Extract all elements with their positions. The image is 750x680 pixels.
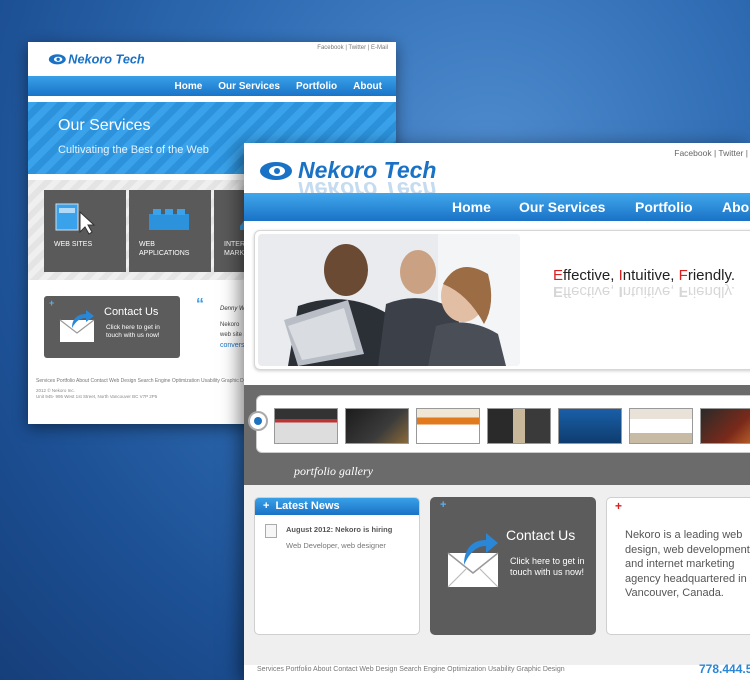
- footer-links[interactable]: Services Portfolio About Contact Web Des…: [257, 666, 565, 673]
- news-item-subtitle: Web Developer, web designer: [286, 541, 386, 550]
- tile-web-sites[interactable]: WEB SITES: [44, 190, 126, 272]
- latest-news-panel: + Latest News August 2012: Nekoro is hiri…: [254, 497, 420, 635]
- nav-portfolio[interactable]: Portfolio: [296, 81, 337, 92]
- nav-home[interactable]: Home: [174, 81, 202, 92]
- phone-number: 778.444.5: [699, 662, 750, 676]
- nav-portfolio[interactable]: Portfolio: [635, 199, 693, 215]
- social-links[interactable]: Facebook | Twitter | E-Mail: [317, 45, 388, 51]
- tagline: Effective, Intuitive, Friendly.: [553, 267, 736, 284]
- portfolio-thumb-4[interactable]: [487, 408, 551, 444]
- main-nav: Home Our Services Portfolio Abo: [244, 193, 750, 221]
- hero-title: Our Services: [58, 117, 151, 134]
- about-text: Nekoro is a leading web design, web deve…: [625, 529, 750, 599]
- business-team-photo: [258, 234, 520, 366]
- portfolio-thumb-6[interactable]: [629, 408, 693, 444]
- plus-icon: +: [615, 499, 623, 513]
- nav-about[interactable]: About: [353, 81, 382, 92]
- portfolio-thumb-2[interactable]: [345, 408, 409, 444]
- quote-icon: “: [196, 296, 204, 313]
- contact-us-button[interactable]: + Contact Us Click here to get in touch …: [430, 497, 596, 635]
- plus-icon: +: [49, 298, 55, 308]
- brand-name: Nekoro Tech: [68, 53, 145, 67]
- contact-title: Contact Us: [104, 306, 159, 318]
- main-nav: Home Our Services Portfolio About: [28, 76, 396, 96]
- copyright: 2012 © Nekoro Inc. Unit 945- 995 West 1s…: [36, 388, 158, 399]
- tile-web-applications[interactable]: WEB APPLICATIONS: [129, 190, 211, 272]
- blocks-icon: [149, 209, 189, 230]
- contact-title: Contact Us: [506, 527, 576, 543]
- nav-our-services[interactable]: Our Services: [519, 199, 605, 215]
- hero-subtitle: Cultivating the Best of the Web: [58, 144, 209, 156]
- brand-logo[interactable]: Nekoro Tech: [38, 50, 168, 72]
- plus-icon: +: [440, 499, 447, 511]
- portfolio-thumb-5[interactable]: [558, 408, 622, 444]
- brand-reflection: Nekoro Tech: [298, 177, 436, 193]
- about-panel: + Nekoro is a leading web design, web de…: [606, 497, 750, 635]
- hero-banner: Effective, Intuitive, Friendly. Effectiv…: [254, 230, 750, 370]
- social-links[interactable]: Facebook | Twitter | E: [674, 148, 750, 158]
- news-item-title[interactable]: August 2012: Nekoro is hiring: [286, 525, 392, 534]
- monitor-cursor-icon: [55, 203, 96, 235]
- envelope-arrow-icon: [59, 310, 95, 342]
- contact-us-button[interactable]: + Contact Us Click here to get in touch …: [44, 296, 180, 358]
- gallery-prev-button[interactable]: [248, 411, 268, 431]
- plus-icon: +: [263, 500, 270, 512]
- contact-text: Click here to get in touch with us now!: [106, 324, 160, 339]
- gallery-label: portfolio gallery: [294, 464, 373, 478]
- nav-about[interactable]: Abo: [722, 199, 749, 215]
- testimonial-link[interactable]: convers: [220, 342, 245, 349]
- contact-text: Click here to get in touch with us now!: [510, 556, 585, 577]
- news-header: + Latest News: [255, 498, 419, 515]
- front-page-screenshot: Facebook | Twitter | E Nekoro Tech Nekor…: [244, 143, 750, 680]
- portfolio-thumb-1[interactable]: [274, 408, 338, 444]
- footer-links[interactable]: Services Portfolio About Contact Web Des…: [36, 378, 256, 384]
- document-icon: [265, 524, 277, 538]
- tile-label: WEB SITES: [54, 241, 93, 248]
- tile-label: WEB APPLICATIONS: [139, 241, 190, 257]
- nav-home[interactable]: Home: [452, 199, 491, 215]
- tagline-reflection: Effective, Intuitive, Friendly.: [553, 283, 736, 300]
- brand-logo[interactable]: Nekoro Tech Nekoro Tech: [258, 153, 458, 193]
- gallery-tab: portfolio gallery: [258, 461, 408, 483]
- portfolio-thumb-3[interactable]: [416, 408, 480, 444]
- envelope-arrow-icon: [447, 533, 499, 588]
- testimonial-text: Nekoro web site a: [220, 322, 248, 338]
- testimonial-author: Denny W: [220, 306, 245, 312]
- nav-our-services[interactable]: Our Services: [218, 81, 280, 92]
- portfolio-thumb-7[interactable]: [700, 408, 750, 444]
